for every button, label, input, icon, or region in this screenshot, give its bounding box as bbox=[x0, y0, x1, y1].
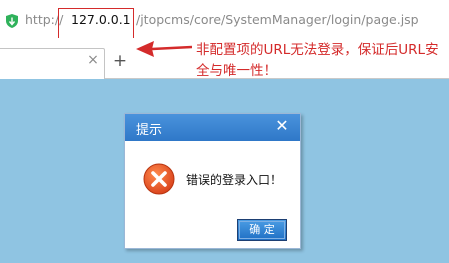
ok-button[interactable]: 确 定 bbox=[237, 219, 287, 241]
close-icon[interactable]: × bbox=[86, 53, 100, 67]
arrow-left-icon bbox=[136, 41, 192, 57]
dialog-header: 提示 ✕ bbox=[125, 114, 300, 141]
error-message: 错误的登录入口！ bbox=[186, 173, 283, 187]
error-icon bbox=[143, 163, 175, 195]
new-tab-button[interactable]: + bbox=[108, 48, 132, 76]
close-icon[interactable]: ✕ bbox=[274, 118, 290, 134]
shield-icon bbox=[6, 14, 18, 28]
dialog-title: 提示 bbox=[136, 123, 163, 138]
annotation-text: 非配置项的URL无法登录，保证后URL安全与唯一性！ bbox=[196, 42, 439, 79]
url-path: /jtopcms/core/SystemManager/login/page.j… bbox=[136, 12, 419, 27]
